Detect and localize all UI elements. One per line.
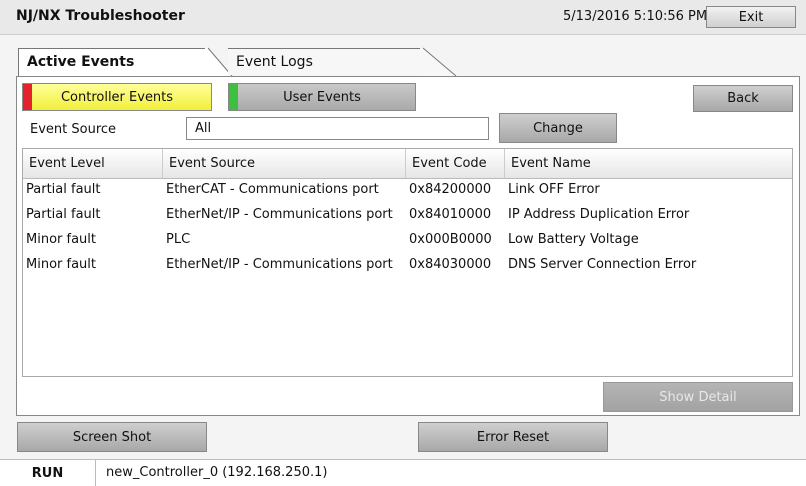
status-bar: RUN new_Controller_0 (192.168.250.1) — [0, 459, 806, 486]
column-header-event-code[interactable]: Event Code — [406, 149, 505, 178]
screen-shot-button[interactable]: Screen Shot — [17, 422, 207, 452]
tab-event-logs-edge — [420, 47, 457, 77]
column-header-event-source[interactable]: Event Source — [163, 149, 406, 178]
tab-event-logs[interactable]: Event Logs — [228, 48, 423, 75]
cell-event-code: 0x000B0000 — [409, 232, 492, 247]
user-events-indicator — [229, 84, 238, 110]
table-header: Event Level Event Source Event Code Even… — [23, 149, 792, 179]
cell-event-name: Link OFF Error — [508, 182, 600, 197]
controller-events-label: Controller Events — [60, 89, 174, 105]
user-events-label: User Events — [283, 89, 361, 105]
controller-info: new_Controller_0 (192.168.250.1) — [106, 465, 328, 480]
tab-active-events[interactable]: Active Events — [18, 48, 208, 76]
table-row[interactable]: Minor fault EtherNet/IP - Communications… — [23, 253, 792, 278]
cell-event-source: EtherNet/IP - Communications port — [166, 257, 393, 272]
cell-event-level: Partial fault — [26, 182, 101, 197]
cell-event-level: Minor fault — [26, 232, 96, 247]
cell-event-source: PLC — [166, 232, 191, 247]
cell-event-source: EtherCAT - Communications port — [166, 182, 379, 197]
table-row[interactable]: Partial fault EtherCAT - Communications … — [23, 178, 792, 203]
back-button[interactable]: Back — [693, 85, 793, 112]
cell-event-source: EtherNet/IP - Communications port — [166, 207, 393, 222]
controller-events-button[interactable]: Controller Events — [22, 83, 212, 111]
run-mode-indicator: RUN — [0, 460, 96, 486]
cell-event-code: 0x84030000 — [409, 257, 492, 272]
show-detail-button[interactable]: Show Detail — [603, 382, 793, 412]
event-source-label: Event Source — [30, 122, 117, 137]
cell-event-code: 0x84010000 — [409, 207, 492, 222]
cell-event-name: DNS Server Connection Error — [508, 257, 697, 272]
cell-event-name: IP Address Duplication Error — [508, 207, 690, 222]
datetime-display: 5/13/2016 5:10:56 PM — [563, 9, 708, 24]
change-button[interactable]: Change — [499, 113, 617, 143]
error-reset-button[interactable]: Error Reset — [418, 422, 608, 452]
cell-event-level: Partial fault — [26, 207, 101, 222]
event-source-field: All — [186, 117, 489, 140]
title-bar: NJ/NX Troubleshooter 5/13/2016 5:10:56 P… — [0, 0, 806, 35]
cell-event-code: 0x84200000 — [409, 182, 492, 197]
table-row[interactable]: Minor fault PLC 0x000B0000 Low Battery V… — [23, 228, 792, 253]
cell-event-name: Low Battery Voltage — [508, 232, 639, 247]
events-table: Event Level Event Source Event Code Even… — [22, 148, 793, 377]
exit-button[interactable]: Exit — [706, 6, 796, 28]
column-header-event-name[interactable]: Event Name — [505, 149, 792, 178]
cell-event-level: Minor fault — [26, 257, 96, 272]
column-header-event-level[interactable]: Event Level — [23, 149, 163, 178]
troubleshooter-window: NJ/NX Troubleshooter 5/13/2016 5:10:56 P… — [0, 0, 806, 486]
table-row[interactable]: Partial fault EtherNet/IP - Communicatio… — [23, 203, 792, 228]
controller-events-indicator — [23, 84, 32, 110]
app-title: NJ/NX Troubleshooter — [16, 8, 185, 24]
user-events-button[interactable]: User Events — [228, 83, 416, 111]
